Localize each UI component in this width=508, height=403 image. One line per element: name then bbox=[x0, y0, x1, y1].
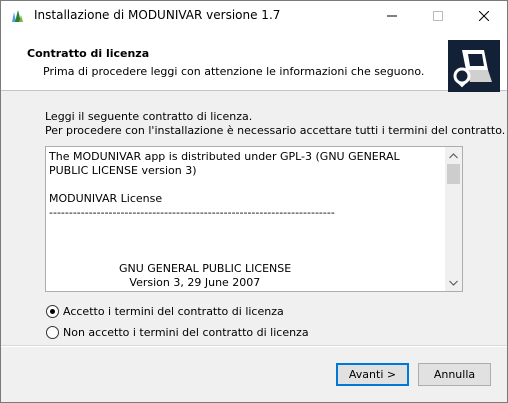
window-title: Installazione di MODUNIVAR versione 1.7 bbox=[34, 8, 281, 22]
installer-logo bbox=[448, 40, 500, 92]
chevron-down-icon bbox=[449, 280, 458, 286]
maximize-button[interactable] bbox=[415, 1, 461, 31]
intro-line-1: Leggi il seguente contratto di licenza. bbox=[45, 110, 253, 123]
cancel-button[interactable]: Annulla bbox=[418, 363, 491, 386]
accept-label[interactable]: Accetto i termini del contratto di licen… bbox=[63, 305, 284, 318]
decline-radio[interactable] bbox=[46, 326, 59, 339]
accept-radio[interactable] bbox=[46, 305, 59, 318]
close-icon bbox=[479, 11, 489, 21]
minimize-icon bbox=[387, 15, 397, 17]
scroll-thumb[interactable] bbox=[447, 164, 460, 184]
decline-label[interactable]: Non accetto i termini del contratto di l… bbox=[63, 326, 309, 339]
page-subtitle: Prima di procedere leggi con attenzione … bbox=[43, 65, 425, 78]
scroll-up-button[interactable] bbox=[445, 147, 462, 164]
installer-window: Installazione di MODUNIVAR versione 1.7 … bbox=[0, 0, 508, 403]
page-header: Contratto di licenza Prima di procedere … bbox=[1, 31, 507, 92]
intro-line-2: Per procedere con l'installazione è nece… bbox=[45, 124, 506, 137]
scroll-down-button[interactable] bbox=[445, 274, 462, 291]
minimize-button[interactable] bbox=[369, 1, 415, 31]
title-bar[interactable]: Installazione di MODUNIVAR versione 1.7 bbox=[1, 1, 507, 31]
installer-app-icon bbox=[12, 10, 23, 22]
chevron-up-icon bbox=[449, 152, 458, 158]
page-title: Contratto di licenza bbox=[27, 47, 150, 60]
installer-box-icon bbox=[453, 50, 492, 88]
license-scrollbar[interactable] bbox=[445, 147, 462, 291]
decline-option[interactable]: Non accetto i termini del contratto di l… bbox=[46, 326, 309, 339]
license-text: The MODUNIVAR app is distributed under G… bbox=[49, 150, 400, 289]
accept-option[interactable]: Accetto i termini del contratto di licen… bbox=[46, 305, 284, 318]
license-text-box[interactable]: The MODUNIVAR app is distributed under G… bbox=[45, 146, 463, 292]
footer-divider-highlight bbox=[1, 346, 507, 347]
next-button[interactable]: Avanti > bbox=[336, 363, 409, 386]
close-button[interactable] bbox=[461, 1, 507, 31]
maximize-icon bbox=[433, 11, 443, 21]
license-intro: Leggi il seguente contratto di licenza. … bbox=[45, 110, 505, 138]
